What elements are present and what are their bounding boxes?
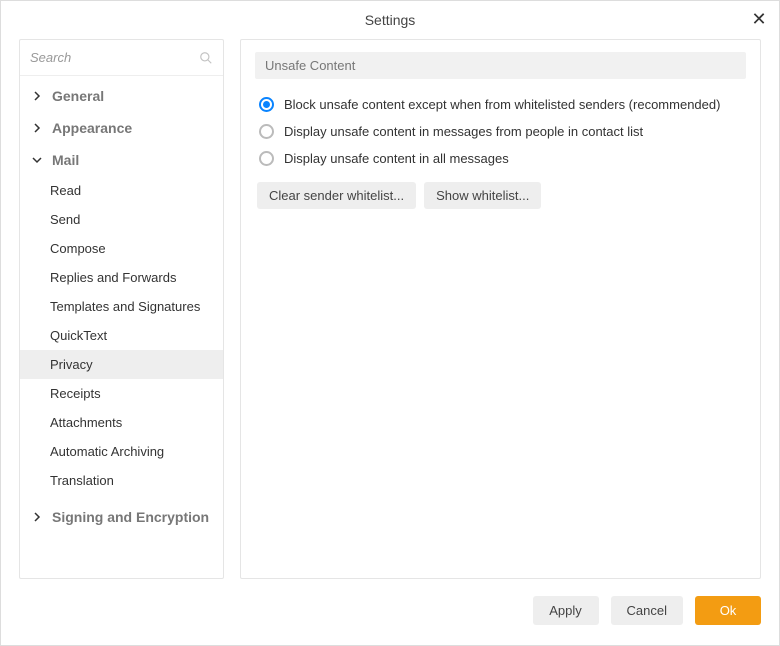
clear-whitelist-button[interactable]: Clear sender whitelist...: [257, 182, 416, 209]
sidebar-item-compose[interactable]: Compose: [20, 234, 223, 263]
close-button[interactable]: ✕: [749, 9, 769, 29]
search-icon: [199, 51, 213, 65]
sidebar: General Appearance Mail Read Send Comp: [19, 39, 224, 579]
ok-button[interactable]: Ok: [695, 596, 761, 625]
option-display-contacts[interactable]: Display unsafe content in messages from …: [255, 118, 746, 145]
option-display-all[interactable]: Display unsafe content in all messages: [255, 145, 746, 172]
content-panel: Unsafe Content Block unsafe content exce…: [240, 39, 761, 579]
sidebar-item-replies-forwards[interactable]: Replies and Forwards: [20, 263, 223, 292]
apply-button[interactable]: Apply: [533, 596, 599, 625]
radio-icon: [259, 151, 274, 166]
radio-label: Block unsafe content except when from wh…: [284, 97, 720, 112]
section-mail[interactable]: Mail: [20, 144, 223, 176]
search-input[interactable]: [20, 40, 223, 75]
sidebar-item-send[interactable]: Send: [20, 205, 223, 234]
section-general[interactable]: General: [20, 80, 223, 112]
radio-icon: [259, 124, 274, 139]
chevron-right-icon: [28, 509, 46, 525]
section-label: Mail: [52, 152, 79, 168]
settings-window: Settings ✕ General: [0, 0, 780, 646]
section-signing-encryption[interactable]: Signing and Encryption: [20, 501, 223, 533]
radio-label: Display unsafe content in all messages: [284, 151, 509, 166]
option-block-unsafe[interactable]: Block unsafe content except when from wh…: [255, 91, 746, 118]
footer: Apply Cancel Ok: [1, 589, 779, 645]
group-header-unsafe-content: Unsafe Content: [255, 52, 746, 79]
sidebar-item-privacy[interactable]: Privacy: [20, 350, 223, 379]
search-wrap: [20, 40, 223, 76]
show-whitelist-button[interactable]: Show whitelist...: [424, 182, 541, 209]
nav-list[interactable]: General Appearance Mail Read Send Comp: [20, 76, 223, 578]
sidebar-item-receipts[interactable]: Receipts: [20, 379, 223, 408]
chevron-right-icon: [28, 88, 46, 104]
window-title: Settings: [365, 12, 416, 28]
titlebar: Settings ✕: [1, 1, 779, 39]
section-label: Appearance: [52, 120, 132, 136]
sidebar-item-automatic-archiving[interactable]: Automatic Archiving: [20, 437, 223, 466]
sidebar-item-templates-signatures[interactable]: Templates and Signatures: [20, 292, 223, 321]
section-label: Signing and Encryption: [52, 509, 209, 525]
sidebar-item-quicktext[interactable]: QuickText: [20, 321, 223, 350]
section-label: General: [52, 88, 104, 104]
whitelist-buttons: Clear sender whitelist... Show whitelist…: [255, 182, 746, 209]
radio-icon: [259, 97, 274, 112]
chevron-down-icon: [28, 152, 46, 168]
chevron-right-icon: [28, 120, 46, 136]
section-appearance[interactable]: Appearance: [20, 112, 223, 144]
body: General Appearance Mail Read Send Comp: [1, 39, 779, 589]
sidebar-item-translation[interactable]: Translation: [20, 466, 223, 495]
sidebar-item-attachments[interactable]: Attachments: [20, 408, 223, 437]
radio-label: Display unsafe content in messages from …: [284, 124, 643, 139]
sidebar-item-read[interactable]: Read: [20, 176, 223, 205]
cancel-button[interactable]: Cancel: [611, 596, 683, 625]
